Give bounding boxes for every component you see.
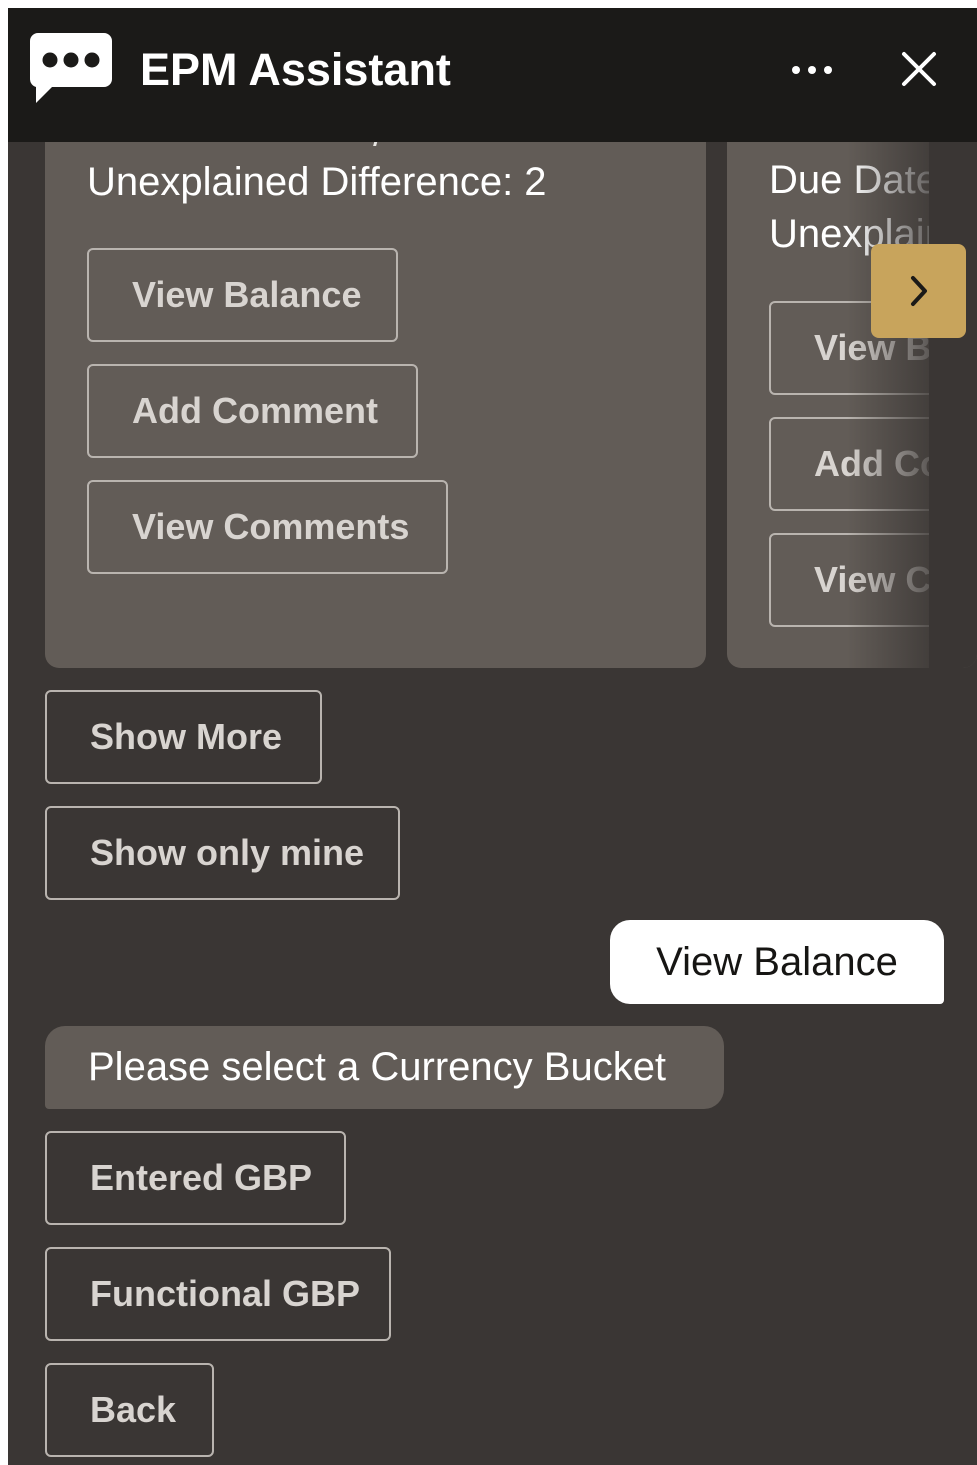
user-message: View Balance	[610, 920, 944, 1004]
add-comment-button[interactable]: Add Comment	[87, 364, 418, 458]
show-only-mine-button[interactable]: Show only mine	[45, 806, 400, 900]
more-options-button[interactable]	[784, 52, 840, 88]
bot-message: Please select a Currency Bucket	[45, 1026, 724, 1109]
reconciliation-card: Unexplained Difference: 2 View Balance A…	[45, 142, 706, 668]
show-more-button[interactable]: Show More	[45, 690, 322, 784]
carousel-edge	[929, 142, 977, 668]
chat-window: EPM Assistant Unexplained Difference: 2 …	[8, 8, 977, 1465]
card-due-date: Due Date	[769, 158, 938, 202]
chat-content: Unexplained Difference: 2 View Balance A…	[8, 142, 977, 1465]
view-comments-button[interactable]: View Comments	[87, 480, 448, 574]
card-unexplained-difference: Unexplained Difference: 2	[87, 160, 547, 204]
functional-gbp-button[interactable]: Functional GBP	[45, 1247, 391, 1341]
view-balance-button[interactable]: View Balance	[87, 248, 398, 342]
chat-bubble-icon	[30, 33, 112, 103]
reconciliation-card-next: Due Date Unexplained View Balance Add Co…	[727, 142, 977, 668]
chevron-right-icon	[910, 276, 927, 306]
more-horizontal-icon-dot	[808, 66, 816, 74]
carousel-next-button[interactable]	[871, 244, 966, 338]
back-button[interactable]: Back	[45, 1363, 214, 1457]
header-bar: EPM Assistant	[8, 8, 977, 142]
assistant-title: EPM Assistant	[140, 44, 451, 95]
entered-gbp-button[interactable]: Entered GBP	[45, 1131, 346, 1225]
clipped-text-fragment	[373, 142, 390, 146]
more-horizontal-icon	[792, 66, 800, 74]
more-horizontal-icon-dot	[824, 66, 832, 74]
close-icon[interactable]	[896, 46, 942, 92]
